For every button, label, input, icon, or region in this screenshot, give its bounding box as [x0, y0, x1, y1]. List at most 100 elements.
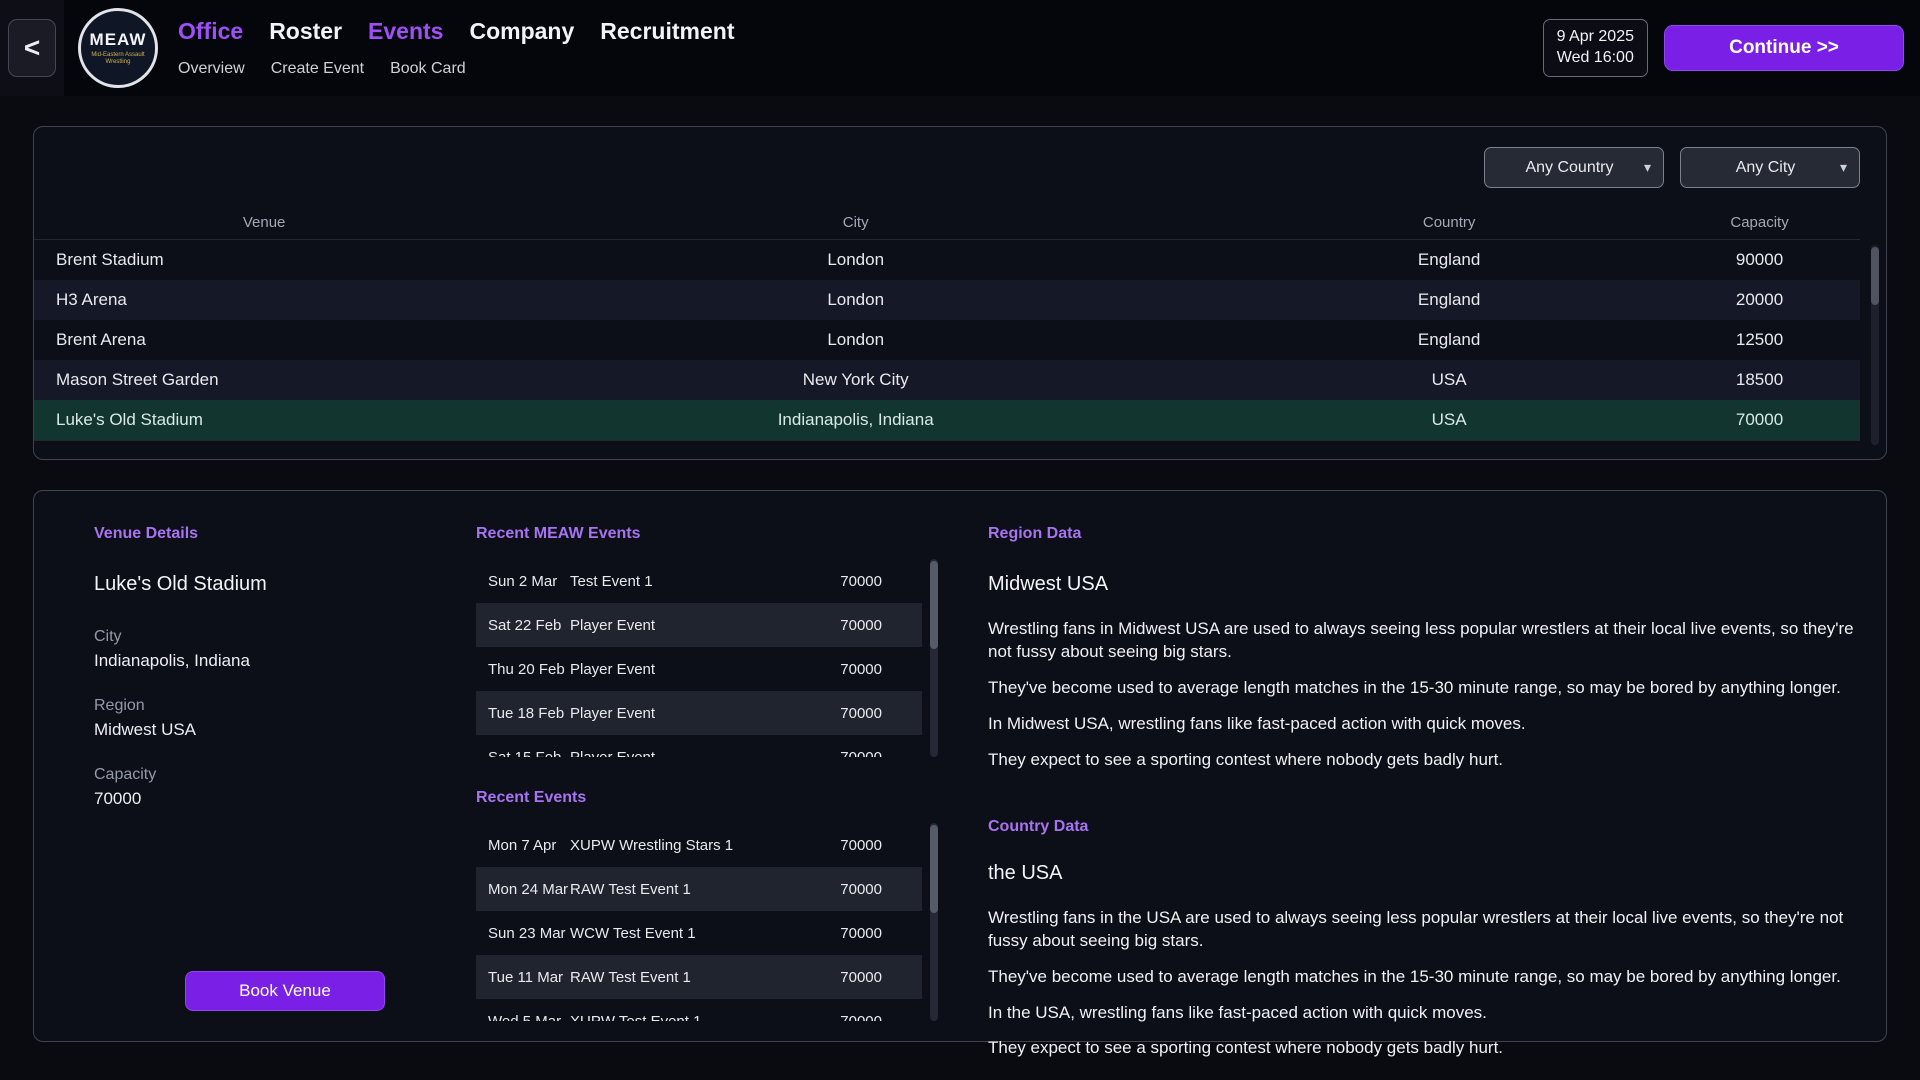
event-row[interactable]: Tue 11 Mar RAW Test Event 1 70000	[476, 955, 922, 999]
event-row[interactable]: Wed 5 Mar XUPW Test Event 1 70000	[476, 999, 922, 1021]
city-cell: Indianapolis, Indiana	[472, 410, 1239, 430]
date-text: 9 Apr 2025	[1557, 27, 1634, 48]
capacity-cell: 70000	[1659, 410, 1860, 430]
capacity-cell: 12500	[1659, 330, 1860, 350]
venue-table: Venue City Country Capacity Brent Stadiu…	[34, 206, 1886, 441]
header-spacer	[734, 0, 1542, 96]
continue-button[interactable]: Continue >>	[1664, 25, 1904, 71]
event-row[interactable]: Mon 24 Mar RAW Test Event 1 70000	[476, 867, 922, 911]
event-date: Tue 11 Mar	[488, 969, 570, 986]
table-divider	[34, 440, 1860, 441]
venue-cell: Brent Arena	[34, 330, 472, 350]
event-attendance: 70000	[824, 573, 910, 590]
venue-row[interactable]: Brent Arena London England 12500	[34, 320, 1860, 360]
column-header-country: Country	[1239, 214, 1659, 231]
country-paragraph: They expect to see a sporting contest wh…	[988, 1037, 1854, 1060]
event-name: Player Event	[570, 617, 824, 634]
region-paragraph: They've become used to average length ma…	[988, 677, 1854, 700]
book-venue-button[interactable]: Book Venue	[185, 971, 385, 1011]
event-row[interactable]: Sat 22 Feb Player Event 70000	[476, 603, 922, 647]
event-date: Sat 15 Feb	[488, 749, 570, 758]
event-attendance: 70000	[824, 705, 910, 722]
logo-title: MEAW	[90, 30, 147, 50]
event-row[interactable]: Mon 7 Apr XUPW Wrestling Stars 1 70000	[476, 823, 922, 867]
venue-cell: Luke's Old Stadium	[34, 410, 472, 430]
event-row[interactable]: Sat 15 Feb Player Event 70000	[476, 735, 922, 757]
event-row[interactable]: Sun 2 Mar Test Event 1 70000	[476, 559, 922, 603]
events-scrollbar[interactable]	[930, 559, 938, 757]
region-name: Midwest USA	[988, 573, 1854, 596]
venue-details-column: Venue Details Luke's Old Stadium City In…	[62, 517, 476, 1015]
scrollbar-thumb[interactable]	[930, 825, 938, 913]
country-paragraph: In the USA, wrestling fans like fast-pac…	[988, 1002, 1854, 1025]
event-attendance: 70000	[824, 881, 910, 898]
venue-table-scrollbar[interactable]	[1871, 245, 1879, 445]
recent-meaw-events-title: Recent MEAW Events	[476, 525, 938, 543]
country-cell: England	[1239, 290, 1659, 310]
nav-events[interactable]: Events	[368, 18, 443, 45]
main-navigation: Office Roster Events Company Recruitment…	[178, 0, 734, 96]
region-data-title: Region Data	[988, 525, 1854, 543]
city-cell: London	[472, 330, 1239, 350]
city-filter-dropdown[interactable]: Any City ▾	[1680, 147, 1860, 188]
subnav-book-card[interactable]: Book Card	[390, 60, 466, 78]
capacity-cell: 18500	[1659, 370, 1860, 390]
back-button[interactable]: <	[8, 19, 56, 77]
nav-roster[interactable]: Roster	[269, 18, 342, 45]
event-name: XUPW Wrestling Stars 1	[570, 837, 824, 854]
country-filter-dropdown[interactable]: Any Country ▾	[1484, 147, 1664, 188]
events-scrollbar[interactable]	[930, 823, 938, 1021]
capacity-cell: 20000	[1659, 290, 1860, 310]
event-date: Tue 18 Feb	[488, 705, 570, 722]
city-cell: New York City	[472, 370, 1239, 390]
event-name: Player Event	[570, 705, 824, 722]
subnav-overview[interactable]: Overview	[178, 60, 245, 78]
subnav-create-event[interactable]: Create Event	[271, 60, 364, 78]
region-country-column: Region Data Midwest USA Wrestling fans i…	[988, 517, 1858, 1015]
column-header-city: City	[472, 214, 1239, 231]
venue-cell: Mason Street Garden	[34, 370, 472, 390]
venue-cell: Brent Stadium	[34, 250, 472, 270]
column-header-capacity: Capacity	[1659, 214, 1860, 231]
country-cell: England	[1239, 330, 1659, 350]
venue-details-title: Venue Details	[94, 525, 476, 543]
primary-nav-row: Office Roster Events Company Recruitment	[178, 18, 734, 45]
scrollbar-thumb[interactable]	[1871, 247, 1879, 305]
country-cell: USA	[1239, 370, 1659, 390]
venue-row[interactable]: H3 Arena London England 20000	[34, 280, 1860, 320]
recent-meaw-events-list: Sun 2 Mar Test Event 1 70000 Sat 22 Feb …	[476, 559, 938, 757]
country-paragraph: They've become used to average length ma…	[988, 966, 1854, 989]
event-name: RAW Test Event 1	[570, 881, 824, 898]
time-text: Wed 16:00	[1557, 48, 1634, 69]
city-cell: London	[472, 250, 1239, 270]
event-attendance: 70000	[824, 837, 910, 854]
venue-row[interactable]: Brent Stadium London England 90000	[34, 240, 1860, 280]
country-data-block: Country Data the USA Wrestling fans in t…	[988, 818, 1854, 1061]
event-attendance: 70000	[824, 969, 910, 986]
country-cell: USA	[1239, 410, 1659, 430]
event-date: Thu 20 Feb	[488, 661, 570, 678]
nav-office[interactable]: Office	[178, 18, 243, 45]
event-attendance: 70000	[824, 749, 910, 758]
scrollbar-thumb[interactable]	[930, 561, 938, 649]
meaw-logo: MEAW Mid-Eastern Assault Wrestling	[78, 8, 158, 88]
venue-row[interactable]: Mason Street Garden New York City USA 18…	[34, 360, 1860, 400]
recent-events-list: Mon 7 Apr XUPW Wrestling Stars 1 70000 M…	[476, 823, 938, 1021]
event-row[interactable]: Tue 18 Feb Player Event 70000	[476, 691, 922, 735]
event-attendance: 70000	[824, 661, 910, 678]
nav-recruitment[interactable]: Recruitment	[600, 18, 734, 45]
event-row[interactable]: Thu 20 Feb Player Event 70000	[476, 647, 922, 691]
venue-row-selected[interactable]: Luke's Old Stadium Indianapolis, Indiana…	[34, 400, 1860, 440]
city-cell: London	[472, 290, 1239, 310]
region-paragraph: Wrestling fans in Midwest USA are used t…	[988, 618, 1854, 664]
event-date: Mon 7 Apr	[488, 837, 570, 854]
event-date: Wed 5 Mar	[488, 1013, 570, 1022]
event-date: Sat 22 Feb	[488, 617, 570, 634]
capacity-cell: 90000	[1659, 250, 1860, 270]
logo-tagline: Mid-Eastern Assault Wrestling	[89, 52, 147, 67]
event-row[interactable]: Sun 23 Mar WCW Test Event 1 70000	[476, 911, 922, 955]
event-attendance: 70000	[824, 925, 910, 942]
nav-company[interactable]: Company	[469, 18, 574, 45]
capacity-value: 70000	[94, 789, 476, 809]
venue-name: Luke's Old Stadium	[94, 573, 476, 596]
